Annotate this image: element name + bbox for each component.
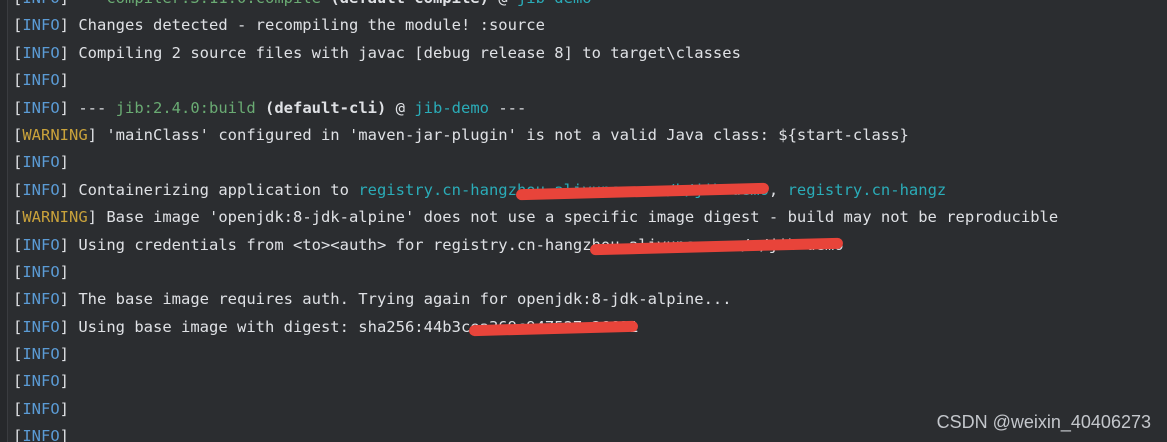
bracket-close: ] [59,98,70,117]
bracket-close: ] [59,43,70,62]
bracket-close: ] [59,262,70,281]
log-level-tag: WARNING [22,208,88,227]
log-text: (default-compile) [330,0,489,7]
log-text: The base image requires auth. Trying aga… [69,290,732,309]
bracket-close: ] [59,16,70,35]
bracket-close: ] [59,345,70,364]
console-gutter [0,0,8,442]
bracket-close: ] [59,427,70,442]
log-text: --- [69,98,116,117]
log-level-tag: INFO [22,399,60,418]
log-level-tag: INFO [22,317,60,336]
log-text: jib:2.4.0:build [115,98,256,117]
log-level-tag: WARNING [22,125,88,144]
bracket-open: [ [13,290,23,309]
log-level-tag: INFO [22,235,60,254]
log-text: Changes detected - recompiling the modul… [69,16,545,35]
redaction-mark: h/jib-demo [515,177,769,204]
log-line: [INFO] [13,396,1058,423]
log-text: jib-demo [517,0,592,7]
log-text: --- [489,98,527,117]
bracket-open: [ [13,16,23,35]
bracket-open: [ [13,235,23,254]
log-line: [INFO] Compiling 2 source files with jav… [13,40,1058,67]
log-line: [INFO] Containerizing application to reg… [13,177,1058,204]
log-text: registry.cn-hangz [787,180,947,199]
log-text: Base image 'openjdk:8-jdk-alpine' does n… [97,208,1059,227]
log-line: [INFO] Changes detected - recompiling th… [13,12,1058,39]
bracket-close: ] [59,153,70,172]
bracket-close: ] [59,71,70,90]
redaction-mark: 1 [468,314,638,341]
log-line: [INFO] Using base image with digest: sha… [13,314,1058,341]
log-level-tag: INFO [22,43,60,62]
log-line: [INFO] [13,341,1058,368]
bracket-open: [ [13,345,23,364]
bracket-open: [ [13,372,23,391]
bracket-open: [ [13,427,23,442]
bracket-close: ] [59,372,70,391]
bracket-open: [ [13,317,23,336]
log-line: [INFO] compiler:3.11.0:compile (default-… [13,0,1058,12]
log-text: , [768,180,788,199]
bracket-open: [ [13,180,23,199]
log-line: [INFO] [13,149,1058,176]
console-output[interactable]: [INFO] compiler:3.11.0:compile (default-… [0,0,1167,442]
log-text: jib-demo [414,98,489,117]
bracket-close: ] [59,317,70,336]
bracket-open: [ [13,399,23,418]
log-text: Compiling 2 source files with javac [deb… [69,43,741,62]
log-text: @ [386,98,415,117]
bracket-close: ] [59,180,70,199]
log-text: 'mainClass' configured in 'maven-jar-plu… [97,125,909,144]
bracket-close: ] [87,125,98,144]
bracket-open: [ [13,262,23,281]
log-line: [INFO] [13,368,1058,395]
log-line: [INFO] Using credentials from <to><auth>… [13,232,1058,259]
bracket-open: [ [13,125,23,144]
bracket-open: [ [13,71,23,90]
bracket-close: ] [60,0,69,7]
log-level-tag: INFO [22,153,60,172]
log-level-tag: INFO [22,290,60,309]
bracket-close: ] [59,290,70,309]
log-line: [INFO] [13,423,1058,442]
log-line: [INFO] [13,67,1058,94]
console-lines: [INFO] compiler:3.11.0:compile (default-… [13,0,1058,442]
log-level-tag: INFO [22,180,60,199]
log-line: [INFO] --- jib:2.4.0:build (default-cli)… [13,95,1058,122]
log-level-tag: INFO [22,71,60,90]
log-text: compiler:3.11.0:compile [69,0,330,7]
bracket-close: ] [59,399,70,418]
log-line: [INFO] The base image requires auth. Try… [13,286,1058,313]
log-line: [WARNING] 'mainClass' configured in 'mav… [13,122,1058,149]
log-level-tag: INFO [22,427,60,442]
watermark: CSDN @weixin_40406273 [936,412,1151,432]
bracket-open: [ [13,153,23,172]
redaction-mark: n/jib-demo [590,232,844,259]
log-level-tag: INFO [22,345,60,364]
bracket-open: [ [13,43,23,62]
log-text: Containerizing application to [69,180,359,199]
bracket-close: ] [87,208,98,227]
log-level-tag: INFO [22,0,59,7]
log-level-tag: INFO [22,372,60,391]
log-line: [INFO] [13,259,1058,286]
log-text: @ [489,0,517,7]
log-text: (default-cli) [265,98,387,117]
log-level-tag: INFO [22,98,60,117]
bracket-open: [ [13,208,23,227]
log-level-tag: INFO [22,16,60,35]
log-level-tag: INFO [22,262,60,281]
log-line: [WARNING] Base image 'openjdk:8-jdk-alpi… [13,204,1058,231]
bracket-open: [ [13,0,22,7]
bracket-close: ] [59,235,70,254]
bracket-open: [ [13,98,23,117]
